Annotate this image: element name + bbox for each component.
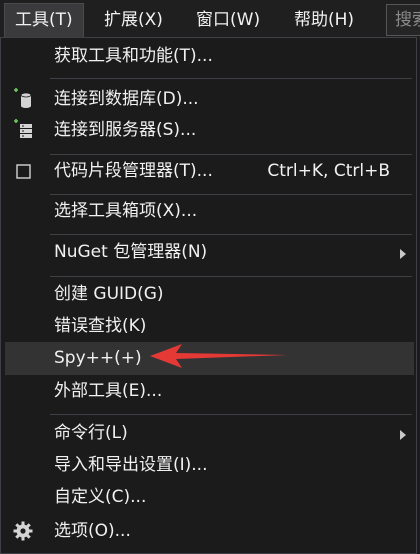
menu-item-label: 代码片段管理器(T)... (54, 161, 213, 181)
menu-item-connect-database[interactable]: 连接到数据库(D)... (5, 83, 414, 116)
menu-item-label: 连接到数据库(D)... (54, 89, 199, 109)
menu-item-label: 选项(O)... (54, 521, 131, 541)
menubar-item-window[interactable]: 窗口(W) (196, 4, 260, 37)
menubar-item-label: 窗口(W) (196, 10, 261, 30)
menu-item-label: 创建 GUID(G) (54, 284, 164, 304)
menu-separator (50, 78, 412, 79)
menubar-item-help[interactable]: 帮助(H) (294, 4, 354, 37)
menu-item-snippet-manager[interactable]: 代码片段管理器(T)... Ctrl+K, Ctrl+B (5, 155, 414, 188)
menu-item-label: 外部工具(E)... (54, 381, 163, 401)
menu-item-label: 连接到服务器(S)... (54, 120, 197, 140)
menu-item-label: Spy++(+) (54, 348, 142, 368)
snippet-checkbox-icon (16, 164, 31, 179)
database-connect-icon (14, 88, 32, 108)
menu-separator (50, 276, 412, 277)
menu-item-command-line[interactable]: 命令行(L) (5, 417, 414, 450)
menu-item-label: 命令行(L) (54, 423, 128, 443)
server-connect-icon (14, 119, 32, 138)
menubar-item-label: 帮助(H) (294, 10, 355, 30)
search-text: 搜索 (395, 10, 420, 30)
menubar-item-tools[interactable]: 工具(T) (4, 3, 84, 40)
menu-item-label: 导入和导出设置(I)... (54, 455, 208, 475)
menubar-item-label: 工具(T) (15, 10, 73, 30)
menu-item-customize[interactable]: 自定义(C)... (5, 481, 414, 514)
red-pointer-arrow-icon (150, 344, 288, 368)
menu-item-label: NuGet 包管理器(N) (54, 242, 208, 262)
menu-item-label: 获取工具和功能(T)... (54, 46, 213, 66)
menubar-item-extensions[interactable]: 扩展(X) (104, 4, 163, 37)
submenu-arrow-icon (400, 249, 406, 259)
menu-item-label: 自定义(C)... (54, 487, 147, 507)
menubar-item-label: 扩展(X) (104, 10, 163, 30)
menu-item-label: 错误查找(K) (54, 316, 147, 336)
menu-item-connect-server[interactable]: 连接到服务器(S)... (5, 114, 414, 147)
menu-item-options[interactable]: 选项(O)... (5, 515, 414, 548)
menu-separator (50, 234, 412, 235)
menu-item-nuget-package-manager[interactable]: NuGet 包管理器(N) (5, 236, 414, 269)
menu-item-get-tools[interactable]: 获取工具和功能(T)... (5, 40, 414, 73)
menu-item-label: 选择工具箱项(X)... (54, 201, 198, 221)
menu-item-external-tools[interactable]: 外部工具(E)... (5, 375, 414, 408)
menu-separator (50, 414, 412, 415)
tools-dropdown-menu: 获取工具和功能(T)... 连接到数据库(D)... 连接到服务器(S)... (0, 37, 417, 554)
search-input[interactable]: 搜索 (386, 4, 420, 36)
menu-item-import-export-settings[interactable]: 导入和导出设置(I)... (5, 449, 414, 482)
submenu-arrow-icon (400, 430, 406, 440)
menu-item-choose-toolbox-items[interactable]: 选择工具箱项(X)... (5, 195, 414, 228)
gear-icon (13, 521, 33, 541)
menu-item-shortcut: Ctrl+K, Ctrl+B (267, 161, 390, 181)
menu-bar: 工具(T) 扩展(X) 窗口(W) 帮助(H) 搜索 (0, 0, 420, 40)
menu-item-create-guid[interactable]: 创建 GUID(G) (5, 278, 414, 311)
